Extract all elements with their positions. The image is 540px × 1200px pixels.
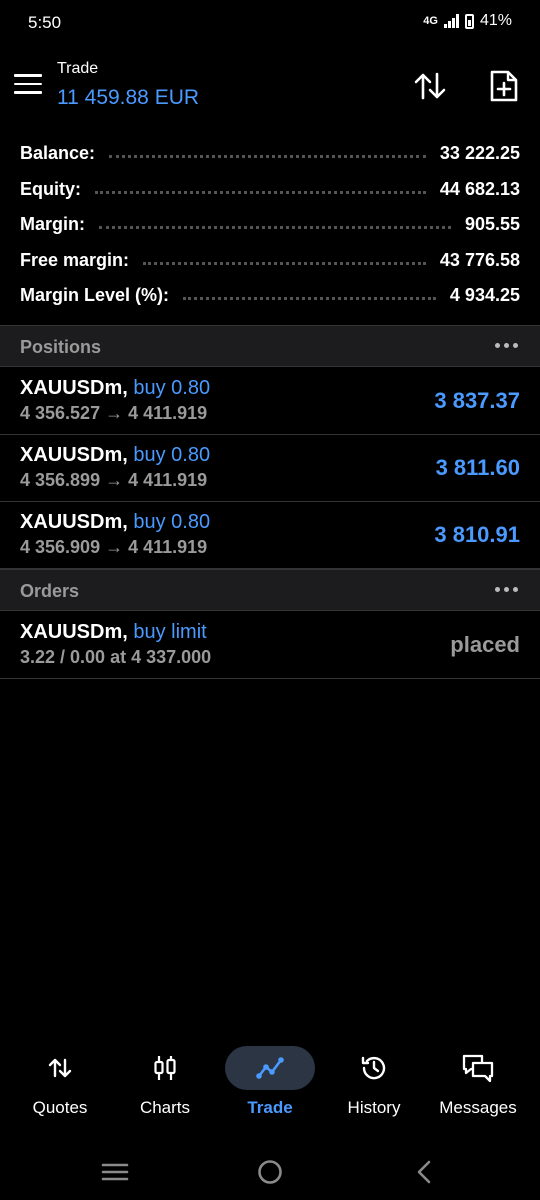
home-icon[interactable]: [254, 1156, 286, 1188]
position-row[interactable]: XAUUSDm, buy 0.80 4 356.909 → 4 411.919 …: [0, 501, 540, 569]
summary-row-free-margin: Free margin: 43 776.58: [20, 243, 520, 279]
page-title: Trade: [57, 60, 99, 77]
back-icon[interactable]: [409, 1156, 441, 1188]
position-profit: 3 837.37: [434, 388, 520, 413]
price-range: 4 356.527 → 4 411.919: [20, 403, 208, 423]
bottom-navigation: Quotes Charts Trade History Messages: [0, 1042, 540, 1132]
position-profit: 3 811.60: [435, 455, 520, 480]
nav-messages[interactable]: Messages: [426, 1042, 530, 1130]
summary-label: Margin Level (%):: [20, 285, 170, 306]
nav-label: History: [347, 1098, 401, 1117]
charts-icon: [154, 1056, 176, 1080]
sort-icon[interactable]: [412, 68, 448, 104]
nav-charts[interactable]: Charts: [113, 1042, 217, 1130]
battery-level: 41%: [479, 12, 512, 29]
position-profit: 3 810.91: [434, 522, 520, 547]
order-row[interactable]: XAUUSDm, buy limit 3.22 / 0.00 at 4 337.…: [0, 611, 540, 679]
position-symbol-line: XAUUSDm, buy 0.80: [20, 511, 210, 534]
system-navigation-bar: [0, 1140, 540, 1200]
position-symbol-line: XAUUSDm, buy 0.80: [20, 377, 210, 400]
nav-icon-wrap: [433, 1046, 523, 1090]
summary-row-margin: Margin: 905.55: [20, 207, 520, 243]
nav-quotes[interactable]: Quotes: [8, 1042, 112, 1130]
nav-label: Charts: [139, 1098, 191, 1117]
dotted-leader: [95, 190, 426, 194]
status-bar: 5:50 4G 41%: [0, 0, 540, 46]
positions-section-header: Positions: [0, 325, 540, 367]
dotted-leader: [109, 155, 426, 159]
nav-icon-wrap: [15, 1046, 105, 1090]
position-row[interactable]: XAUUSDm, buy 0.80 4 356.899 → 4 411.919 …: [0, 434, 540, 502]
summary-label: Balance:: [20, 143, 96, 164]
more-options-icon[interactable]: [493, 335, 520, 356]
trade-icon: [256, 1057, 284, 1079]
summary-value: 4 934.25: [449, 285, 520, 306]
history-icon: [361, 1056, 386, 1080]
summary-row-margin-level: Margin Level (%): 4 934.25: [20, 278, 520, 314]
nav-icon-wrap: [225, 1046, 315, 1090]
order-status: placed: [450, 632, 520, 657]
account-summary: Balance: 33 222.25 Equity: 44 682.13 Mar…: [20, 136, 520, 314]
summary-label: Equity:: [20, 178, 81, 199]
order-symbol-line: XAUUSDm, buy limit: [20, 621, 207, 644]
summary-label: Margin:: [20, 214, 85, 235]
recent-apps-icon[interactable]: [99, 1156, 131, 1188]
nav-label: Trade: [247, 1098, 293, 1117]
nav-icon-wrap: [329, 1046, 419, 1090]
battery-icon: [464, 13, 474, 29]
status-time: 5:50: [28, 13, 62, 32]
summary-row-equity: Equity: 44 682.13: [20, 172, 520, 208]
nav-label: Quotes: [32, 1098, 88, 1117]
summary-row-balance: Balance: 33 222.25: [20, 136, 520, 172]
dotted-leader: [143, 261, 426, 265]
summary-value: 33 222.25: [439, 143, 520, 164]
price-range: 4 356.899 → 4 411.919: [20, 470, 208, 490]
section-title: Positions: [20, 337, 102, 357]
summary-value: 43 776.58: [439, 249, 520, 270]
nav-trade[interactable]: Trade: [218, 1042, 322, 1130]
symbol: XAUUSDm,: [20, 621, 128, 643]
order-type: buy limit: [133, 621, 207, 643]
orders-section-header: Orders: [0, 569, 540, 611]
position-symbol-line: XAUUSDm, buy 0.80: [20, 444, 210, 467]
summary-label: Free margin:: [20, 249, 130, 270]
menu-icon[interactable]: [14, 74, 42, 94]
symbol: XAUUSDm,: [20, 377, 128, 399]
signal-icon: [443, 14, 459, 28]
symbol: XAUUSDm,: [20, 444, 128, 466]
more-options-icon[interactable]: [493, 579, 520, 600]
order-details: 3.22 / 0.00 at 4 337.000: [20, 647, 212, 667]
nav-icon-wrap: [120, 1046, 210, 1090]
trade-side: buy 0.80: [133, 511, 211, 533]
network-type: 4G: [423, 15, 438, 27]
symbol: XAUUSDm,: [20, 511, 128, 533]
dotted-leader: [99, 226, 451, 230]
quotes-icon: [48, 1058, 72, 1078]
summary-value: 44 682.13: [439, 178, 520, 199]
trade-side: buy 0.80: [133, 444, 211, 466]
nav-history[interactable]: History: [322, 1042, 426, 1130]
dotted-leader: [183, 297, 436, 301]
app-header: Trade 11 459.88 EUR: [0, 50, 540, 120]
nav-label: Messages: [439, 1098, 517, 1117]
messages-icon: [462, 1054, 494, 1083]
section-title: Orders: [20, 581, 80, 601]
price-range: 4 356.909 → 4 411.919: [20, 537, 208, 557]
new-order-icon[interactable]: [487, 68, 521, 104]
account-balance: 11 459.88 EUR: [57, 86, 200, 109]
summary-value: 905.55: [464, 214, 520, 235]
status-icons: 4G 41%: [423, 12, 512, 30]
trade-side: buy 0.80: [133, 377, 211, 399]
position-row[interactable]: XAUUSDm, buy 0.80 4 356.527 → 4 411.919 …: [0, 367, 540, 435]
